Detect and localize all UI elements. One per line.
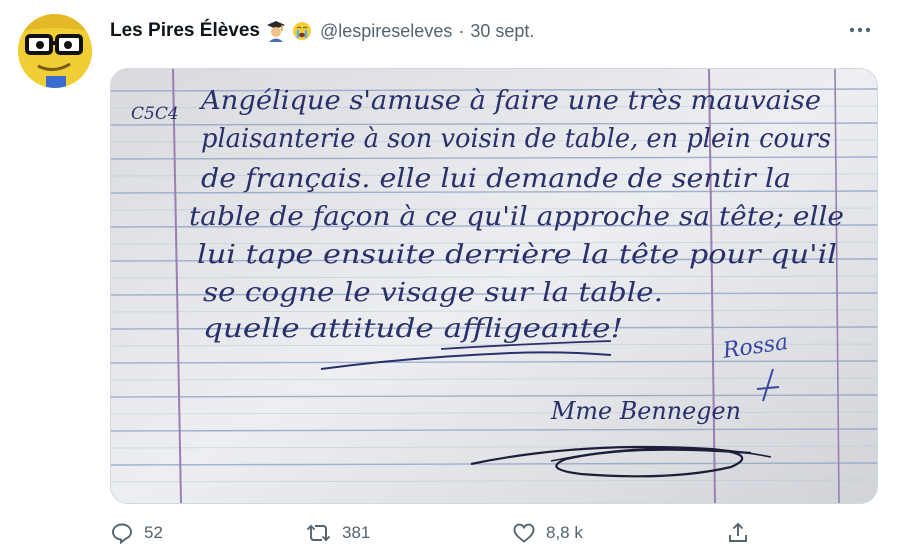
note-line-1: Angélique s'amuse à faire une très mauva… [199, 86, 821, 116]
share-button[interactable] [726, 516, 750, 550]
more-options-icon[interactable] [846, 20, 874, 40]
retweet-count: 381 [342, 523, 371, 542]
retweet-icon [306, 524, 331, 542]
tweet-header: Les Pires Élèves @lespireseleves · 30 se… [110, 18, 534, 44]
like-button[interactable]: 8,8 k [512, 516, 583, 550]
crying-face-emoji [292, 21, 312, 41]
note-line-4: table de façon à ce qu'il approche sa tê… [189, 202, 844, 232]
note-line-2: plaisanterie à son voisin de table, en p… [201, 124, 831, 154]
note-line-3: de français. elle lui demande de sentir … [201, 164, 791, 194]
author-handle[interactable]: @lespireseleves [320, 21, 452, 42]
heart-icon [513, 523, 535, 543]
tweet-media-photo[interactable]: C5C4 Angélique s'amuse à faire une très … [110, 68, 878, 504]
note-line-7: quelle attitude affligeante! [203, 314, 623, 344]
like-count: 8,8 k [546, 523, 583, 542]
graduation-cap-person-emoji [266, 20, 286, 42]
signature-text: Mme Bennegen [550, 397, 741, 425]
note-line-6: se cogne le visage sur la table. [203, 278, 663, 308]
reply-icon [112, 523, 132, 545]
notebook-page-image: C5C4 Angélique s'amuse à faire une très … [111, 69, 877, 503]
reply-button[interactable]: 52 [110, 516, 163, 550]
author-name[interactable]: Les Pires Élèves [110, 20, 260, 42]
retweet-button[interactable]: 381 [306, 516, 370, 550]
avatar[interactable] [18, 14, 92, 88]
note-line-5: lui tape ensuite derrière la tête pour q… [197, 240, 837, 270]
avatar-cartoon-icon [18, 14, 92, 88]
share-icon [729, 522, 747, 542]
reply-count: 52 [144, 523, 163, 542]
class-code-text: C5C4 [131, 104, 179, 124]
separator-dot: · [458, 20, 465, 41]
tweet-actions: 52 381 8,8 k [110, 516, 770, 550]
tweet-date[interactable]: 30 sept. [470, 21, 534, 42]
